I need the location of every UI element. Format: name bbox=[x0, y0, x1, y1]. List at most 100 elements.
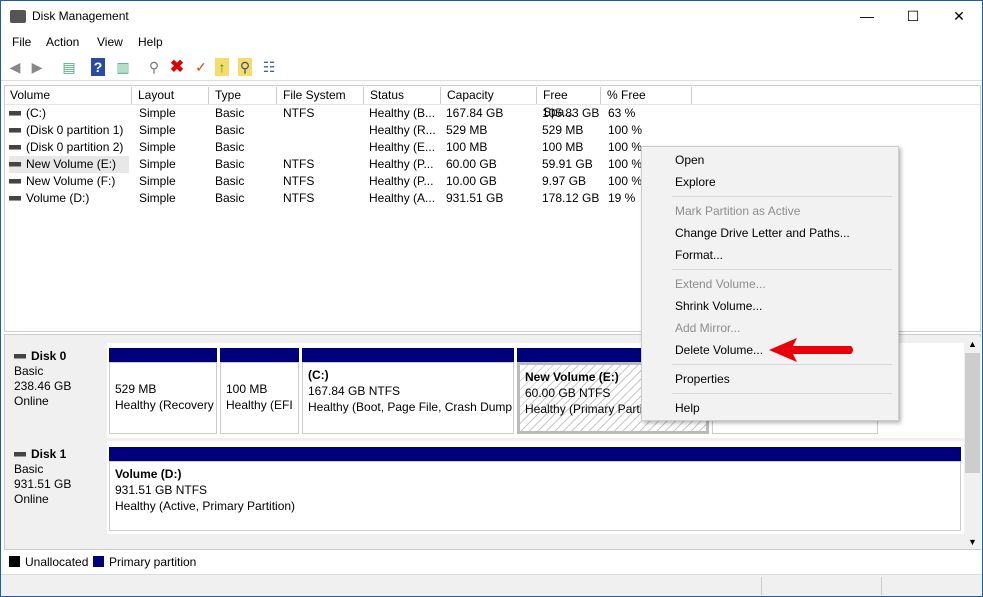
table-cell: NTFS bbox=[283, 173, 363, 190]
column-header-capacity[interactable]: Capacity bbox=[442, 87, 537, 104]
cell-text: Basic bbox=[215, 174, 245, 188]
cell-text: New Volume (F:) bbox=[26, 174, 116, 188]
action-pane-icon[interactable]: ▥ bbox=[114, 58, 132, 76]
cell-text: 19 % bbox=[608, 191, 636, 205]
column-header-type[interactable]: Type bbox=[210, 87, 277, 104]
menu-item-properties[interactable]: Properties bbox=[675, 372, 730, 386]
table-cell: Simple bbox=[139, 190, 209, 207]
cell-text: Healthy (E... bbox=[369, 140, 436, 154]
disk-state: Online bbox=[14, 492, 49, 506]
table-cell: 178.12 GB bbox=[542, 190, 602, 207]
folder-search-icon[interactable]: ⚲ bbox=[238, 58, 252, 76]
partition-size: 529 MB bbox=[115, 382, 157, 396]
maximize-button[interactable]: ☐ bbox=[890, 1, 936, 32]
forward-icon[interactable]: ▶ bbox=[28, 58, 46, 76]
help-icon[interactable]: ? bbox=[91, 58, 105, 76]
menu-view[interactable]: View bbox=[97, 35, 123, 49]
table-cell: NTFS bbox=[283, 156, 363, 173]
menu-help[interactable]: Help bbox=[138, 35, 163, 49]
menu-item-explore[interactable]: Explore bbox=[675, 175, 716, 189]
table-cell: (Disk 0 partition 1) bbox=[9, 122, 129, 139]
menu-item-change-drive-letter[interactable]: Change Drive Letter and Paths... bbox=[675, 226, 850, 240]
column-header-free-space[interactable]: Free Spa... bbox=[538, 87, 601, 119]
table-cell bbox=[283, 122, 363, 139]
table-cell: 167.84 GB bbox=[446, 105, 536, 122]
menu-item-delete-volume[interactable]: Delete Volume... bbox=[675, 343, 763, 357]
vertical-scrollbar[interactable]: ▲ ▼ bbox=[964, 337, 981, 549]
disk-name: Disk 1 bbox=[31, 447, 67, 461]
column-header-layout[interactable]: Layout bbox=[133, 87, 209, 104]
cell-text: (Disk 0 partition 1) bbox=[26, 123, 124, 137]
partition-d[interactable]: Volume (D:) 931.51 GB NTFS Healthy (Acti… bbox=[109, 461, 961, 531]
disk-icon bbox=[14, 354, 26, 360]
menu-item-shrink-volume[interactable]: Shrink Volume... bbox=[675, 299, 762, 313]
table-cell: Basic bbox=[215, 190, 275, 207]
menu-item-open[interactable]: Open bbox=[675, 153, 704, 167]
cell-text: Basic bbox=[215, 191, 245, 205]
drive-icon bbox=[9, 128, 21, 134]
check-icon[interactable]: ✓ bbox=[192, 58, 210, 76]
column-header-status[interactable]: Status bbox=[365, 87, 441, 104]
table-cell: (Disk 0 partition 2) bbox=[9, 139, 129, 156]
connect-icon[interactable]: ⚲ bbox=[145, 58, 163, 76]
table-cell: Basic bbox=[215, 173, 275, 190]
partition-c[interactable]: (C:) 167.84 GB NTFS Healthy (Boot, Page … bbox=[302, 362, 514, 434]
scrollbar-thumb[interactable] bbox=[965, 353, 980, 473]
table-cell: Volume (D:) bbox=[9, 190, 129, 207]
column-header-file-system[interactable]: File System bbox=[278, 87, 364, 104]
cell-text: 100 MB bbox=[446, 140, 488, 154]
table-cell: New Volume (E:) bbox=[9, 156, 129, 173]
menu-separator bbox=[672, 196, 892, 197]
legend-primary-partition: Primary partition bbox=[109, 555, 197, 569]
cell-text: 167.84 GB bbox=[446, 106, 504, 120]
delete-icon[interactable]: ✖ bbox=[168, 58, 186, 76]
disk-0-label[interactable]: Disk 0 Basic 238.46 GB Online bbox=[9, 343, 106, 438]
table-cell: Basic bbox=[215, 105, 275, 122]
table-cell: Basic bbox=[215, 156, 275, 173]
cell-text: 100 % bbox=[608, 174, 643, 188]
drive-icon bbox=[9, 111, 21, 117]
table-cell: Healthy (P... bbox=[369, 173, 439, 190]
cell-text: (C:) bbox=[26, 106, 46, 120]
menu-file[interactable]: File bbox=[12, 35, 31, 49]
column-header-volume[interactable]: Volume bbox=[5, 87, 132, 104]
cell-text: Simple bbox=[139, 157, 176, 171]
close-button[interactable]: ✕ bbox=[936, 1, 982, 32]
disk-management-app-icon bbox=[10, 10, 26, 23]
cell-text: Simple bbox=[139, 106, 176, 120]
table-cell: NTFS bbox=[283, 190, 363, 207]
red-arrow-annotation-icon bbox=[769, 338, 853, 362]
partition-efi[interactable]: 100 MB Healthy (EFI bbox=[220, 362, 299, 434]
menu-item-extend-volume: Extend Volume... bbox=[675, 277, 766, 291]
legend-swatch-primary bbox=[93, 556, 104, 567]
table-cell: 105.83 GB bbox=[542, 105, 602, 122]
partition-bar bbox=[109, 447, 961, 461]
status-bar bbox=[1, 574, 982, 596]
partition-size: 100 MB bbox=[226, 382, 268, 396]
menu-action[interactable]: Action bbox=[46, 35, 79, 49]
console-tree-icon[interactable]: ▤ bbox=[60, 58, 78, 76]
menu-item-help[interactable]: Help bbox=[675, 401, 700, 415]
scroll-up-icon[interactable]: ▲ bbox=[968, 339, 977, 349]
table-cell: Simple bbox=[139, 156, 209, 173]
legend-swatch-unallocated bbox=[9, 556, 20, 567]
table-cell: Healthy (R... bbox=[369, 122, 439, 139]
back-icon[interactable]: ◀ bbox=[6, 58, 24, 76]
cell-text: 105.83 GB bbox=[542, 106, 600, 120]
column-header-percent-free[interactable]: % Free bbox=[602, 87, 692, 104]
folder-up-icon[interactable]: ↑ bbox=[215, 58, 229, 76]
properties-icon[interactable]: ☷ bbox=[260, 58, 278, 76]
partition-recovery[interactable]: 529 MB Healthy (Recovery bbox=[109, 362, 217, 434]
table-cell: (C:) bbox=[9, 105, 129, 122]
menu-item-format[interactable]: Format... bbox=[675, 248, 723, 262]
scroll-down-icon[interactable]: ▼ bbox=[968, 537, 977, 547]
partition-status: Healthy (EFI bbox=[226, 398, 293, 412]
menu-item-mark-active: Mark Partition as Active bbox=[675, 204, 801, 218]
cell-text: Simple bbox=[139, 140, 176, 154]
disk-1-label[interactable]: Disk 1 Basic 931.51 GB Online bbox=[9, 441, 106, 534]
partition-size: 931.51 GB NTFS bbox=[115, 483, 208, 497]
table-cell: NTFS bbox=[283, 105, 363, 122]
disk-size: 931.51 GB bbox=[14, 477, 72, 491]
minimize-button[interactable]: — bbox=[844, 1, 890, 32]
context-menu: Open Explore Mark Partition as Active Ch… bbox=[641, 146, 899, 421]
